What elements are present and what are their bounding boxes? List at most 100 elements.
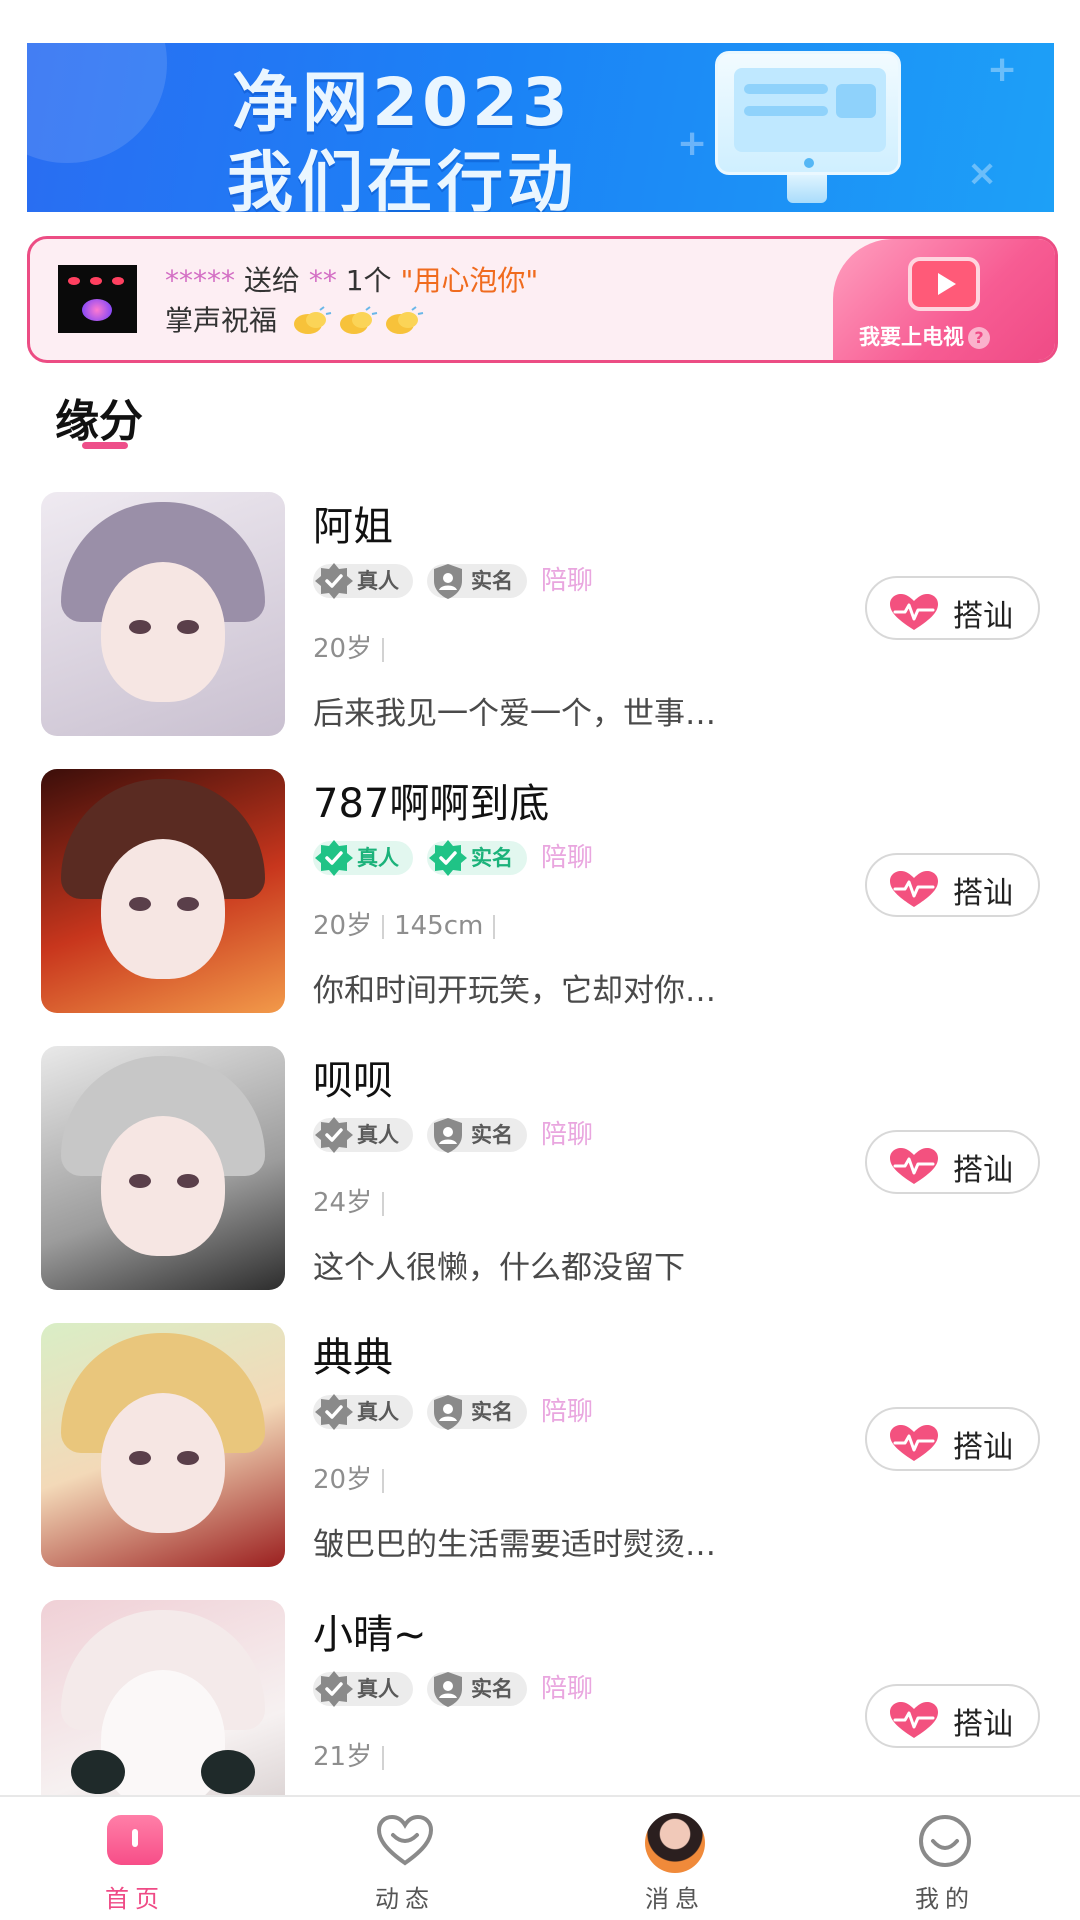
receiver-name: ** <box>308 264 337 297</box>
meta-divider <box>493 914 496 939</box>
real-person-tag: 真人 <box>313 563 413 599</box>
bottom-nav: 首页 动态 消息 我的 <box>0 1795 1080 1920</box>
service-tag: 陪聊 <box>541 1397 594 1427</box>
heartbeat-icon <box>890 1702 938 1738</box>
nav-home[interactable]: 首页 <box>0 1797 270 1920</box>
profile-age: 20岁 <box>313 911 373 941</box>
avatar-icon <box>645 1813 705 1873</box>
clap-icon <box>339 306 378 334</box>
profile-card[interactable]: 787啊啊到底真人 实名 陪聊 20岁 145cm 你和时间开玩笑，它却对你… 搭讪 <box>0 769 1080 1046</box>
tv-play-icon <box>908 257 980 311</box>
profile-card[interactable]: 典典真人 实名 陪聊 20岁皱巴巴的生活需要适时熨烫… 搭讪 <box>0 1323 1080 1600</box>
nav-mine[interactable]: 我的 <box>810 1797 1080 1920</box>
monitor-stand <box>787 175 827 203</box>
profile-tags: 真人 实名 陪聊 <box>313 1671 594 1714</box>
real-name-tag: 实名 <box>427 1395 527 1430</box>
banner-decoration <box>27 43 167 163</box>
gift-image <box>58 265 137 333</box>
profile-avatar[interactable] <box>41 769 285 1013</box>
nav-moments-label: 动态 <box>375 1885 435 1913</box>
chat-up-button[interactable]: 搭讪 <box>865 853 1040 917</box>
help-icon[interactable]: ? <box>968 327 990 349</box>
blessing-text: 掌声祝福 <box>165 304 278 337</box>
profile-card[interactable]: 阿姐真人 实名 陪聊 20岁后来我见一个爱一个，世事… 搭讪 <box>0 492 1080 769</box>
profile-tags: 真人 实名 陪聊 <box>313 563 594 606</box>
real-name-tag: 实名 <box>427 1672 527 1707</box>
profile-name: 典典 <box>313 1335 393 1381</box>
profile-age: 20岁 <box>313 1465 373 1495</box>
profile-avatar[interactable] <box>41 1323 285 1567</box>
heartbeat-icon <box>890 594 938 630</box>
profile-meta: 20岁 145cm <box>313 905 505 942</box>
profile-name: 呗呗 <box>313 1058 393 1104</box>
profile-bio: 后来我见一个爱一个，世事… <box>313 696 716 732</box>
gift-message-line2: 掌声祝福 <box>165 299 424 339</box>
profile-bio: 皱巴巴的生活需要适时熨烫… <box>313 1527 716 1563</box>
heartbeat-icon <box>890 871 938 907</box>
plus-decoration-icon: × <box>967 153 998 194</box>
gift-message-line1: ***** 送给 ** 1个 "用心泡你" <box>165 259 538 299</box>
real-name-tag: 实名 <box>427 564 527 599</box>
clap-icon <box>293 306 332 334</box>
profile-age: 20岁 <box>313 634 373 664</box>
profile-list: 阿姐 真人 实名 陪聊 20岁 后来我见一个爱一个，世事… 搭讪 787啊啊到底 真人 实名 陪聊 2… <box>0 492 1080 1877</box>
profile-name: 787啊啊到底 <box>313 781 550 827</box>
service-tag: 陪聊 <box>541 1120 594 1150</box>
profile-meta: 20岁 <box>313 628 394 665</box>
meta-divider <box>382 914 385 939</box>
banner-title-line2: 我们在行动 <box>227 144 577 212</box>
profile-avatar[interactable] <box>41 1046 285 1290</box>
chat-up-button[interactable]: 搭讪 <box>865 1684 1040 1748</box>
sender-name: ***** <box>165 264 235 297</box>
service-tag: 陪聊 <box>541 1674 594 1704</box>
go-on-tv-label: 我要上电视? <box>859 321 990 351</box>
chat-up-label: 搭讪 <box>953 1707 1013 1742</box>
chat-up-button[interactable]: 搭讪 <box>865 1407 1040 1471</box>
chat-up-label: 搭讪 <box>953 1430 1013 1465</box>
nav-home-label: 首页 <box>105 1885 165 1913</box>
profile-tags: 真人 实名 陪聊 <box>313 1394 594 1437</box>
plus-decoration-icon: + <box>987 49 1018 90</box>
real-name-tag: 实名 <box>427 1118 527 1153</box>
smile-icon <box>915 1813 975 1869</box>
meta-divider <box>382 1191 385 1216</box>
nav-messages[interactable]: 消息 <box>540 1797 810 1920</box>
chat-up-button[interactable]: 搭讪 <box>865 576 1040 640</box>
go-on-tv-button[interactable]: 我要上电视? <box>833 239 1055 360</box>
profile-card[interactable]: 呗呗真人 实名 陪聊 24岁这个人很懒，什么都没留下 搭讪 <box>0 1046 1080 1323</box>
nav-moments[interactable]: 动态 <box>270 1797 540 1920</box>
service-tag: 陪聊 <box>541 843 594 873</box>
gift-broadcast-bar[interactable]: ***** 送给 ** 1个 "用心泡你" 掌声祝福 我要上电视? <box>27 236 1058 363</box>
profile-age: 24岁 <box>313 1188 373 1218</box>
profile-height: 145cm <box>394 911 484 941</box>
gift-count: 1个 <box>336 264 401 297</box>
meta-divider <box>382 637 385 662</box>
gift-name: "用心泡你" <box>400 264 539 297</box>
section-title: 缘分 <box>55 396 143 447</box>
real-person-tag: 真人 <box>313 840 413 876</box>
chat-up-button[interactable]: 搭讪 <box>865 1130 1040 1194</box>
service-tag: 陪聊 <box>541 566 594 596</box>
real-person-tag: 真人 <box>313 1671 413 1707</box>
section-underline <box>82 442 128 449</box>
profile-meta: 24岁 <box>313 1182 394 1219</box>
profile-tags: 真人 实名 陪聊 <box>313 840 594 883</box>
plus-decoration-icon: + <box>677 123 708 164</box>
chat-up-label: 搭讪 <box>953 1153 1013 1188</box>
profile-avatar[interactable] <box>41 492 285 736</box>
profile-bio: 你和时间开玩笑，它却对你… <box>313 973 716 1009</box>
meta-divider <box>382 1468 385 1493</box>
campaign-banner[interactable]: 净网2023 我们在行动 + + × <box>27 43 1054 212</box>
chat-up-label: 搭讪 <box>953 599 1013 634</box>
profile-tags: 真人 实名 陪聊 <box>313 1117 594 1160</box>
heartbeat-icon <box>890 1425 938 1461</box>
real-name-tag: 实名 <box>427 840 527 876</box>
profile-name: 阿姐 <box>313 504 393 550</box>
nav-mine-label: 我的 <box>915 1885 975 1913</box>
profile-bio: 这个人很懒，什么都没留下 <box>313 1250 685 1286</box>
profile-meta: 21岁 <box>313 1736 394 1773</box>
profile-age: 21岁 <box>313 1742 373 1772</box>
sends-text: 送给 <box>235 264 309 297</box>
chat-up-label: 搭讪 <box>953 876 1013 911</box>
home-icon <box>105 1813 165 1869</box>
